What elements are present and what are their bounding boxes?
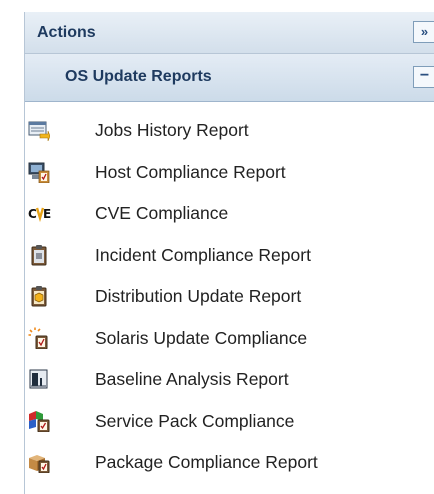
report-list: Jobs History Report Host Compliance Repo… (25, 102, 434, 484)
list-item-label: Jobs History Report (95, 120, 249, 140)
cve-icon: C E (28, 202, 51, 224)
collapse-section-button[interactable]: − (413, 66, 434, 88)
list-item-label: Baseline Analysis Report (95, 369, 289, 389)
list-item-incident-compliance-report[interactable]: Incident Compliance Report (25, 235, 434, 277)
section-title: OS Update Reports (65, 68, 212, 85)
section-header-os-update-reports[interactable]: OS Update Reports − (25, 54, 434, 102)
svg-text:E: E (43, 207, 51, 221)
incident-clipboard-icon (28, 244, 50, 266)
actions-title: Actions (37, 24, 96, 41)
svg-text:C: C (28, 207, 37, 221)
list-item-label: Package Compliance Report (95, 452, 318, 472)
service-pack-icon (28, 410, 50, 432)
list-item-label: Service Pack Compliance (95, 410, 295, 431)
baseline-analysis-icon (28, 368, 50, 390)
list-item-jobs-history-report[interactable]: Jobs History Report (25, 110, 434, 152)
list-item-cve-compliance[interactable]: C E CVE Compliance (25, 193, 434, 235)
list-item-package-compliance-report[interactable]: Package Compliance Report (25, 442, 434, 484)
solaris-update-icon (28, 327, 50, 349)
list-item-solaris-update-compliance[interactable]: Solaris Update Compliance (25, 318, 434, 360)
actions-header: Actions » (25, 12, 434, 54)
expand-panel-button[interactable]: » (413, 21, 434, 43)
list-item-label: Incident Compliance Report (95, 244, 311, 265)
list-item-label: CVE Compliance (95, 203, 229, 223)
list-item-baseline-analysis-report[interactable]: Baseline Analysis Report (25, 359, 434, 401)
distribution-clipboard-icon (28, 285, 50, 307)
jobs-history-icon (28, 119, 51, 142)
list-item-label: Host Compliance Report (95, 161, 286, 182)
list-item-service-pack-compliance[interactable]: Service Pack Compliance (25, 401, 434, 443)
actions-panel: Actions » OS Update Reports − Jobs Histo… (24, 12, 434, 494)
list-item-host-compliance-report[interactable]: Host Compliance Report (25, 152, 434, 194)
list-item-label: Distribution Update Report (95, 286, 302, 306)
package-compliance-icon (28, 451, 50, 474)
list-item-label: Solaris Update Compliance (95, 327, 308, 348)
list-item-distribution-update-report[interactable]: Distribution Update Report (25, 276, 434, 318)
host-compliance-icon (28, 161, 50, 183)
